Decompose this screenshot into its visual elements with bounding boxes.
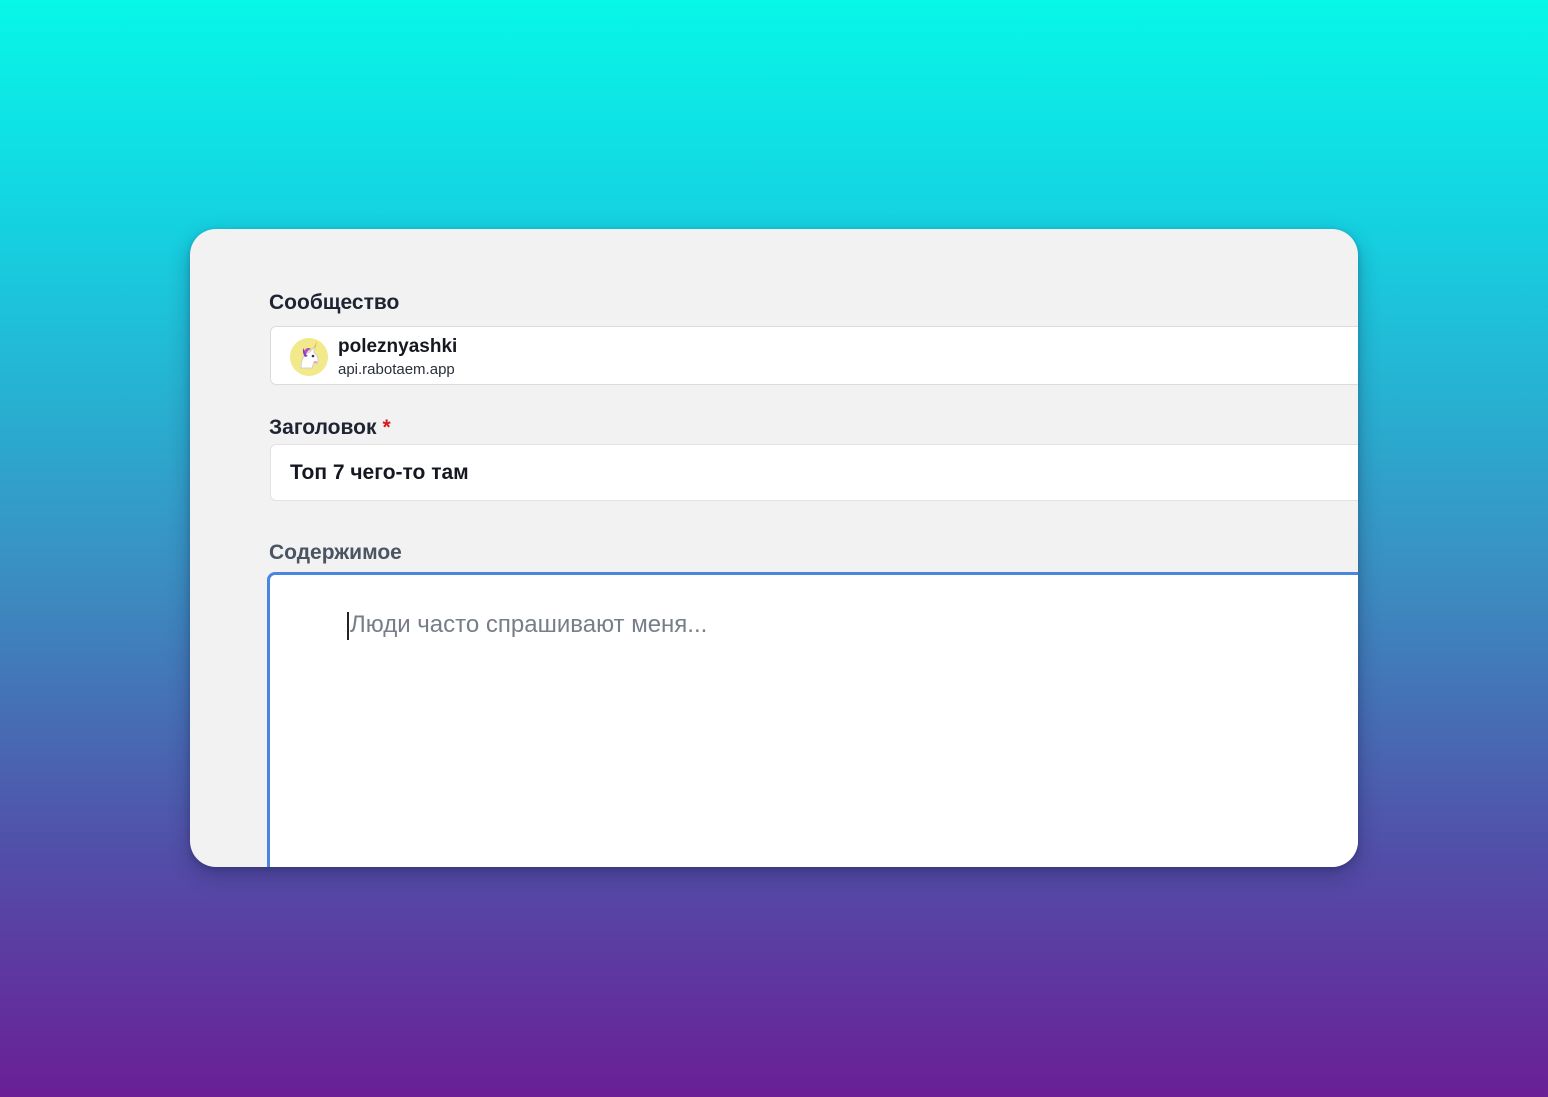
community-selector[interactable]: poleznyashki api.rabotaem.app: [270, 326, 1358, 385]
title-input[interactable]: [270, 444, 1358, 501]
title-label-text: Заголовок: [269, 416, 377, 439]
community-name: poleznyashki: [338, 336, 458, 357]
required-mark: *: [382, 416, 391, 439]
unicorn-icon: [290, 338, 328, 376]
content-editor[interactable]: Люди часто спрашивают меня...: [267, 572, 1358, 867]
community-domain: api.rabotaem.app: [338, 361, 455, 378]
text-caret: [347, 612, 349, 640]
post-editor-card: Сообщество poleznyashki api.rabotaem.app…: [190, 229, 1358, 867]
content-placeholder: Люди часто спрашивают меня...: [350, 611, 708, 638]
title-label: Заголовок *: [269, 416, 391, 440]
content-label: Содержимое: [269, 541, 402, 564]
community-label: Сообщество: [269, 291, 400, 314]
